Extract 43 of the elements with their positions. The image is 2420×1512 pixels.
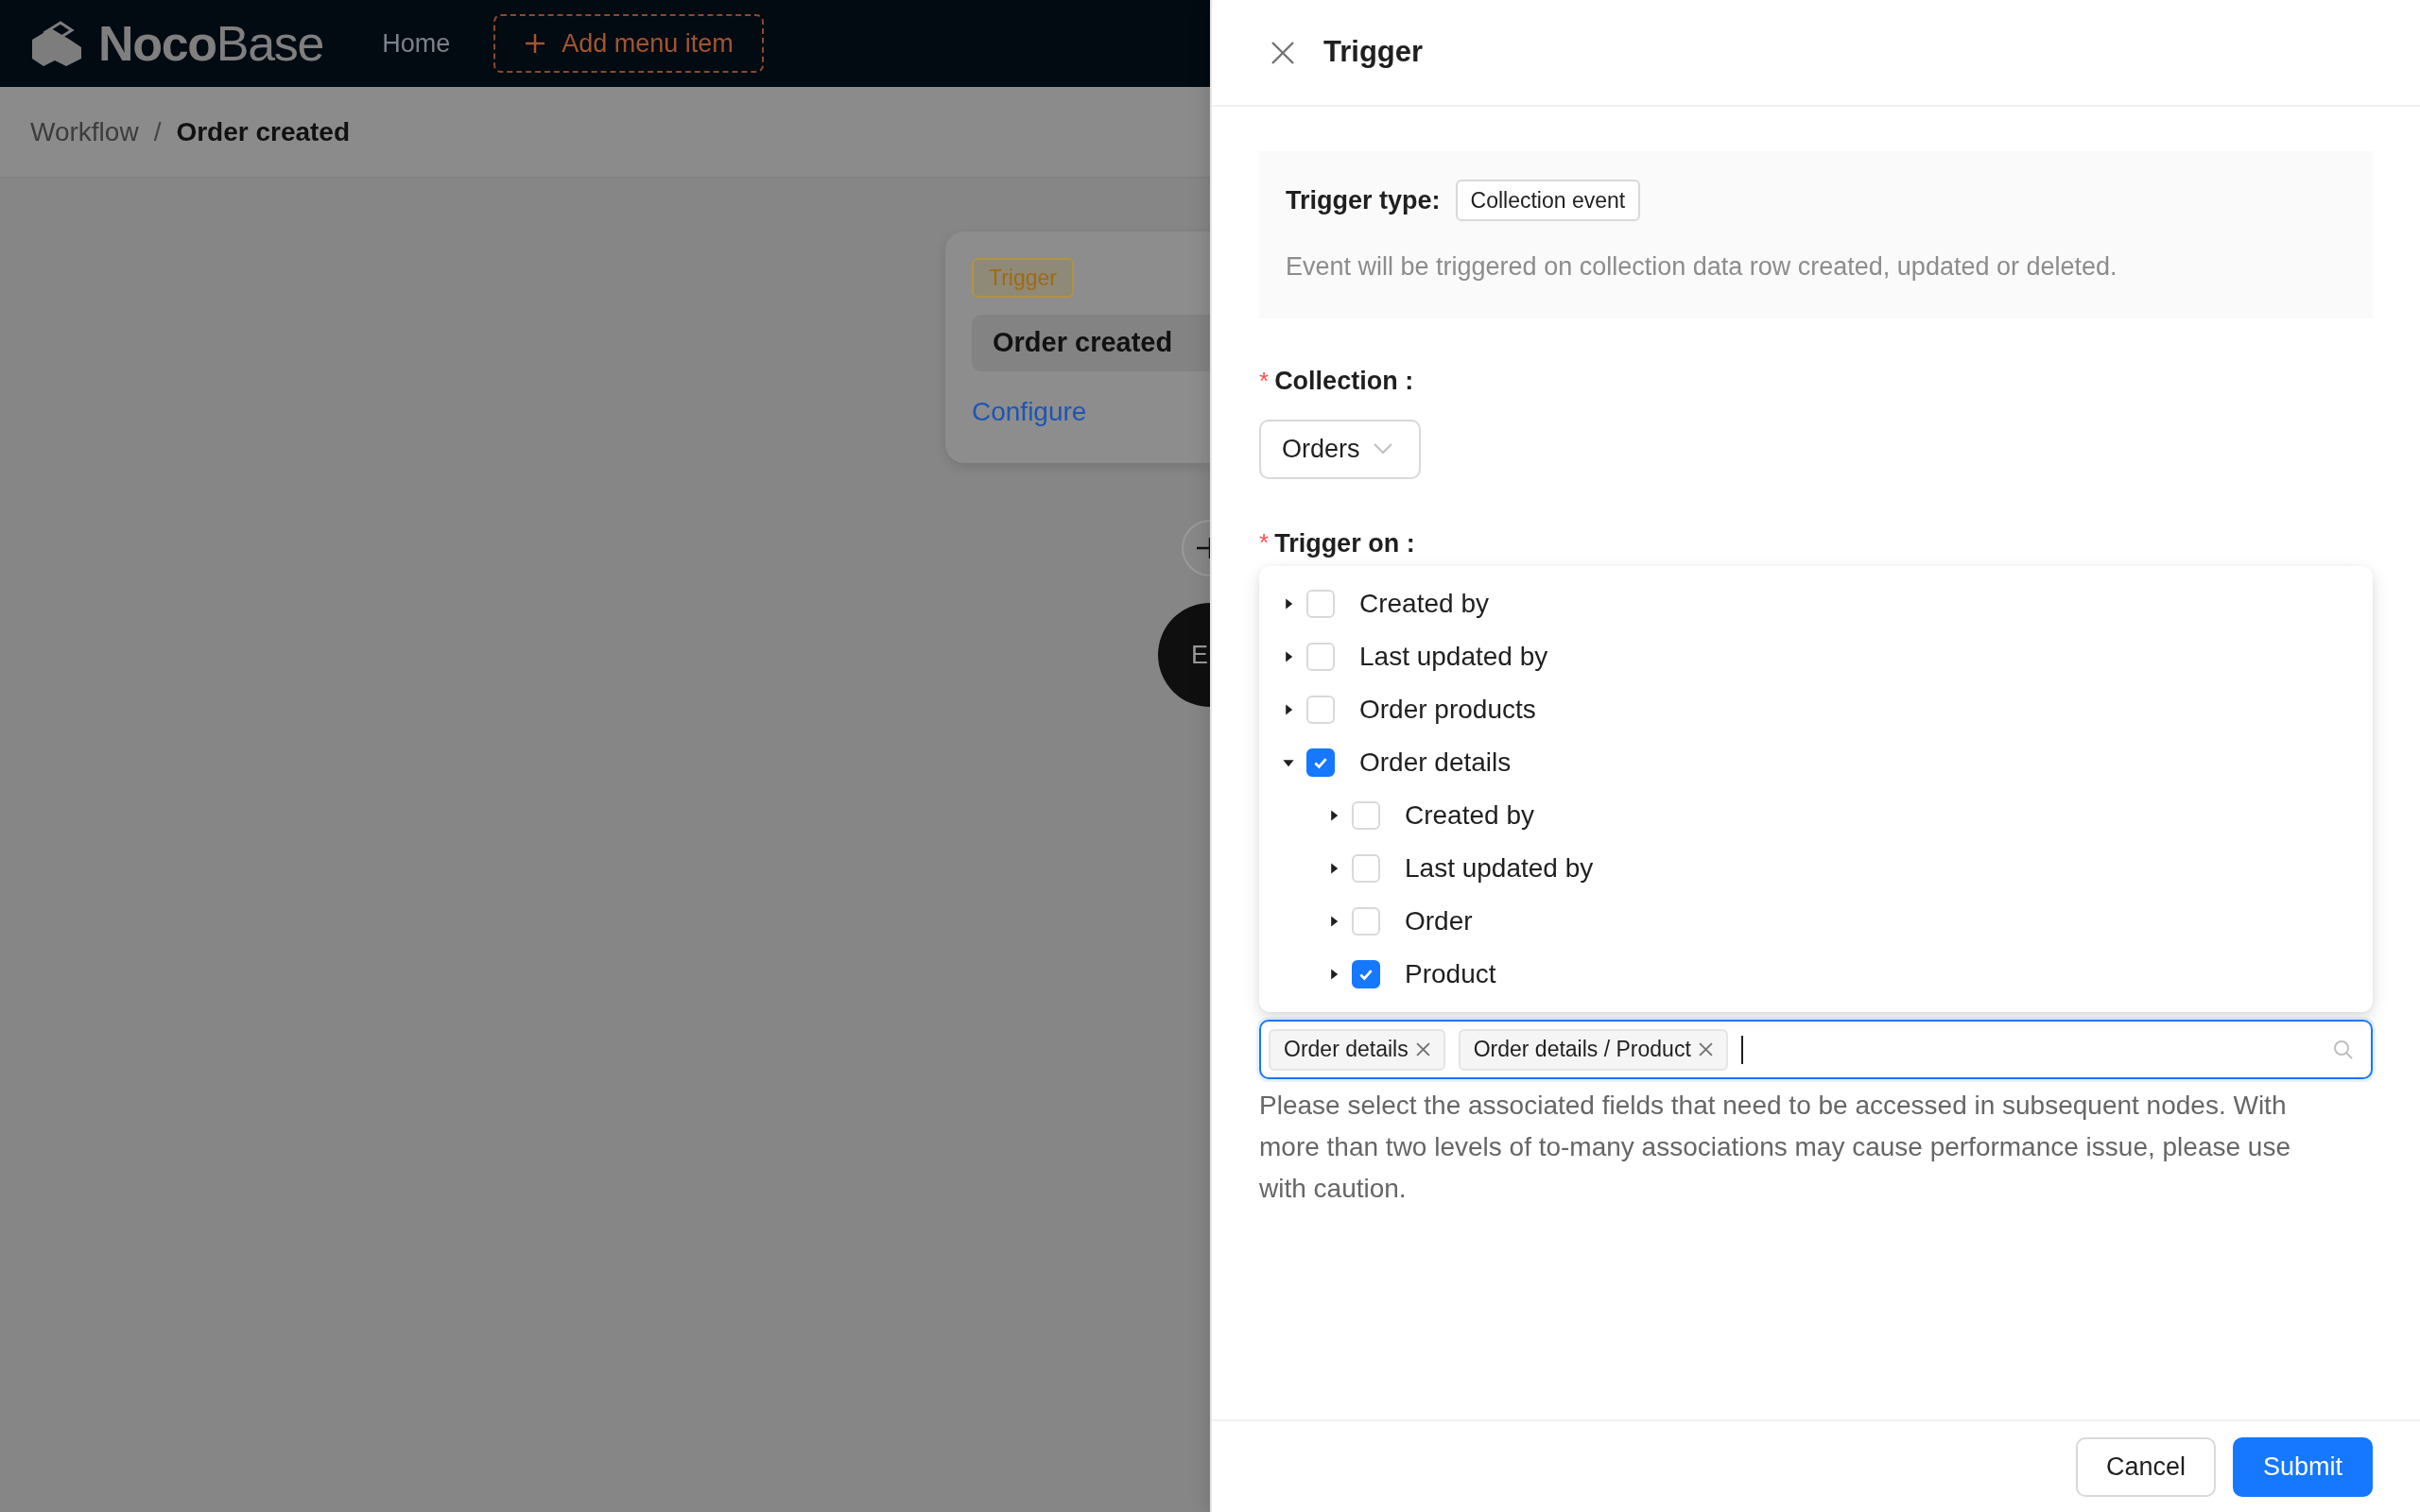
required-mark: * xyxy=(1259,527,1270,559)
breadcrumb-item[interactable]: Order created xyxy=(176,112,351,152)
plus-icon xyxy=(1197,536,1210,560)
collection-label: Collection : xyxy=(1274,366,1414,397)
collection-select[interactable]: Orders xyxy=(1259,419,1421,479)
search-icon xyxy=(2333,1039,2354,1060)
chevron-down-icon xyxy=(1373,443,1392,455)
selected-tag: Order details / Product xyxy=(1458,1028,1728,1071)
fields-select[interactable]: Order details Order details / Product xyxy=(1259,1020,2373,1079)
close-icon[interactable] xyxy=(1698,1042,1713,1057)
trigger-on-label: Trigger on : xyxy=(1274,527,1415,559)
footer-button[interactable]: Cancel xyxy=(2075,1436,2216,1497)
logo-text: NocoBase xyxy=(98,19,324,68)
close-icon[interactable] xyxy=(1270,40,1295,65)
tree-item-label[interactable]: Order products xyxy=(1359,690,1536,730)
menu-item[interactable]: Home xyxy=(382,24,451,63)
tree-item-label[interactable]: Created by xyxy=(1405,796,1534,835)
trigger-tag: Trigger xyxy=(972,258,1074,298)
breadcrumb-separator: / xyxy=(153,115,162,148)
trigger-node-card[interactable]: Trigger Order created Configure xyxy=(945,232,1210,463)
end-node-label: E xyxy=(1191,639,1208,671)
checkbox[interactable] xyxy=(1306,748,1335,777)
tree-item-label[interactable]: Last updated by xyxy=(1405,849,1594,888)
footer-button[interactable]: Submit xyxy=(2232,1436,2373,1497)
trigger-description: Event will be triggered on collection data row created, updated or deleted. xyxy=(1286,251,2118,283)
tree-item-label[interactable]: Created by xyxy=(1359,584,1489,624)
selected-tag: Order details xyxy=(1269,1028,1445,1071)
help-text: Please select the associated fields that need to be accessed in subsequent nodes. With more than two levels of to-many associations may cause performance issue, please use with caution. xyxy=(1259,1090,2291,1205)
plus-icon xyxy=(524,32,547,55)
tree-item-label[interactable]: Last updated by xyxy=(1359,637,1548,677)
end-node[interactable]: E xyxy=(1158,603,1210,707)
trigger-type-tag: Collection event xyxy=(1455,180,1641,221)
trigger-type-label: Trigger type: xyxy=(1286,184,1441,216)
close-icon[interactable] xyxy=(1415,1042,1430,1057)
text-cursor xyxy=(1740,1035,1743,1064)
add-menu-item-button[interactable]: Add menu item xyxy=(493,14,764,73)
node-title: Order created xyxy=(972,315,1210,371)
tree-item-label[interactable]: Order details xyxy=(1359,743,1512,782)
tree-item-label[interactable]: Order xyxy=(1405,902,1473,941)
drawer-title: Trigger xyxy=(1323,34,1424,71)
required-mark: * xyxy=(1259,365,1270,397)
checkbox[interactable] xyxy=(1352,960,1380,988)
tree-item-label[interactable]: Product xyxy=(1405,954,1496,994)
